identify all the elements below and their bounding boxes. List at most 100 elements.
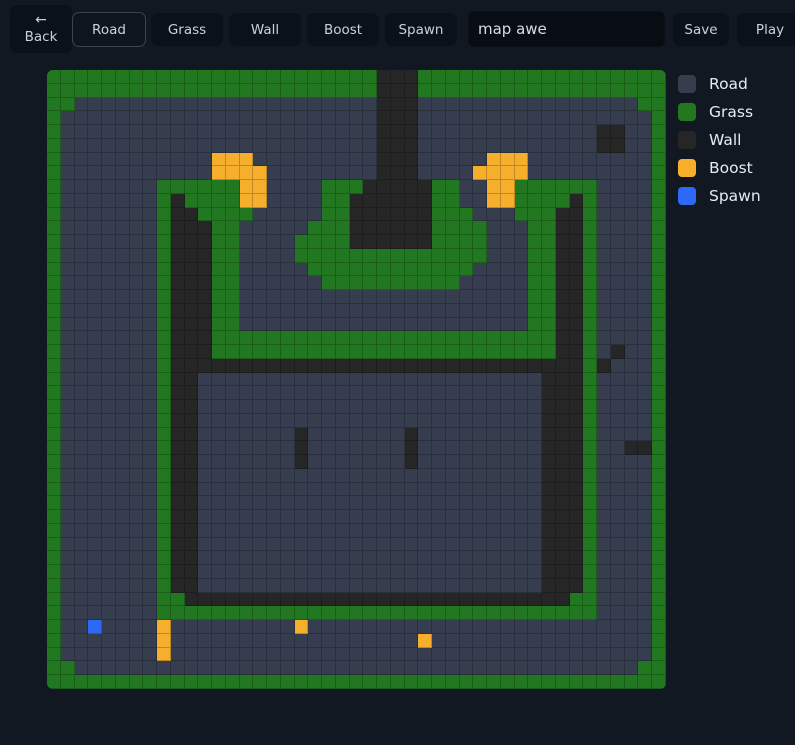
tile-wall[interactable] — [555, 592, 570, 607]
tile-road[interactable] — [184, 633, 199, 648]
tile-road[interactable] — [157, 166, 171, 180]
tile-wall[interactable] — [569, 276, 584, 290]
tile-grass[interactable] — [569, 180, 584, 194]
tile-road[interactable] — [377, 317, 391, 332]
tile-road[interactable] — [115, 358, 130, 373]
tile-road[interactable] — [569, 125, 584, 139]
tile-road[interactable] — [143, 441, 157, 455]
tile-road[interactable] — [280, 400, 295, 414]
tile-road[interactable] — [638, 523, 652, 538]
tile-grass[interactable] — [583, 537, 597, 552]
tile-grass[interactable] — [349, 331, 364, 345]
tile-road[interactable] — [129, 606, 144, 620]
tile-road[interactable] — [253, 496, 267, 510]
tile-road[interactable] — [597, 166, 611, 180]
tile-wall[interactable] — [404, 125, 419, 139]
tile-road[interactable] — [418, 647, 432, 662]
tile-road[interactable] — [500, 523, 515, 538]
tile-grass[interactable] — [294, 675, 309, 689]
tile-road[interactable] — [390, 510, 405, 524]
tile-road[interactable] — [555, 166, 570, 180]
tile-grass[interactable] — [652, 482, 666, 497]
tile-road[interactable] — [638, 345, 652, 359]
tile-road[interactable] — [102, 303, 116, 318]
tile-grass[interactable] — [652, 248, 666, 263]
tile-road[interactable] — [473, 111, 487, 125]
tile-grass[interactable] — [335, 193, 350, 208]
tile-road[interactable] — [115, 606, 130, 620]
tile-grass[interactable] — [555, 70, 570, 84]
tile-road[interactable] — [280, 537, 295, 552]
tile-wall[interactable] — [198, 235, 212, 249]
tile-road[interactable] — [115, 620, 130, 634]
tile-road[interactable] — [143, 455, 157, 469]
tile-road[interactable] — [129, 97, 144, 112]
tile-wall[interactable] — [542, 441, 556, 455]
tile-road[interactable] — [280, 661, 295, 675]
tile-road[interactable] — [445, 111, 460, 125]
tile-wall[interactable] — [377, 180, 391, 194]
tile-grass[interactable] — [583, 70, 597, 84]
tile-grass[interactable] — [652, 647, 666, 662]
tile-road[interactable] — [253, 468, 267, 483]
tile-boost[interactable] — [225, 152, 240, 167]
tile-road[interactable] — [60, 620, 75, 634]
tile-road[interactable] — [390, 468, 405, 483]
tile-road[interactable] — [445, 125, 460, 139]
tile-road[interactable] — [115, 180, 130, 194]
tile-wall[interactable] — [170, 386, 185, 400]
tile-road[interactable] — [115, 331, 130, 345]
tile-road[interactable] — [102, 386, 116, 400]
tile-road[interactable] — [74, 358, 89, 373]
tile-road[interactable] — [280, 578, 295, 593]
tile-road[interactable] — [363, 400, 377, 414]
tile-road[interactable] — [115, 97, 130, 112]
tile-road[interactable] — [432, 386, 446, 400]
tile-wall[interactable] — [569, 565, 584, 579]
tile-road[interactable] — [500, 496, 515, 510]
tile-road[interactable] — [638, 455, 652, 469]
tile-road[interactable] — [624, 221, 639, 235]
tile-road[interactable] — [253, 97, 267, 112]
tile-road[interactable] — [610, 372, 625, 387]
tile-road[interactable] — [102, 496, 116, 510]
tile-grass[interactable] — [198, 180, 212, 194]
tile-road[interactable] — [500, 441, 515, 455]
tile-road[interactable] — [115, 221, 130, 235]
tile-road[interactable] — [322, 620, 336, 634]
tile-road[interactable] — [610, 565, 625, 579]
tile-grass[interactable] — [432, 235, 446, 249]
tile-road[interactable] — [198, 620, 212, 634]
tile-grass[interactable] — [652, 455, 666, 469]
tile-road[interactable] — [280, 152, 295, 167]
tile-grass[interactable] — [349, 606, 364, 620]
tile-road[interactable] — [459, 661, 474, 675]
tile-grass[interactable] — [652, 620, 666, 634]
tile-road[interactable] — [198, 372, 212, 387]
tile-road[interactable] — [60, 303, 75, 318]
tile-road[interactable] — [597, 262, 611, 277]
tile-road[interactable] — [459, 455, 474, 469]
tile-road[interactable] — [129, 248, 144, 263]
tile-road[interactable] — [500, 125, 515, 139]
tile-grass[interactable] — [610, 83, 625, 98]
tile-wall[interactable] — [390, 97, 405, 112]
tile-road[interactable] — [459, 276, 474, 290]
tile-wall[interactable] — [542, 510, 556, 524]
tile-road[interactable] — [459, 537, 474, 552]
tile-road[interactable] — [212, 111, 226, 125]
tile-road[interactable] — [418, 482, 432, 497]
tile-road[interactable] — [294, 303, 309, 318]
tile-road[interactable] — [335, 97, 350, 112]
tile-grass[interactable] — [542, 207, 556, 222]
tile-road[interactable] — [239, 235, 254, 249]
tile-wall[interactable] — [377, 70, 391, 84]
tile-grass[interactable] — [652, 290, 666, 304]
tile-road[interactable] — [638, 166, 652, 180]
tile-grass[interactable] — [583, 455, 597, 469]
tile-grass[interactable] — [652, 70, 666, 84]
tile-road[interactable] — [308, 427, 322, 442]
tile-road[interactable] — [514, 661, 529, 675]
tile-road[interactable] — [473, 276, 487, 290]
tile-road[interactable] — [225, 400, 240, 414]
